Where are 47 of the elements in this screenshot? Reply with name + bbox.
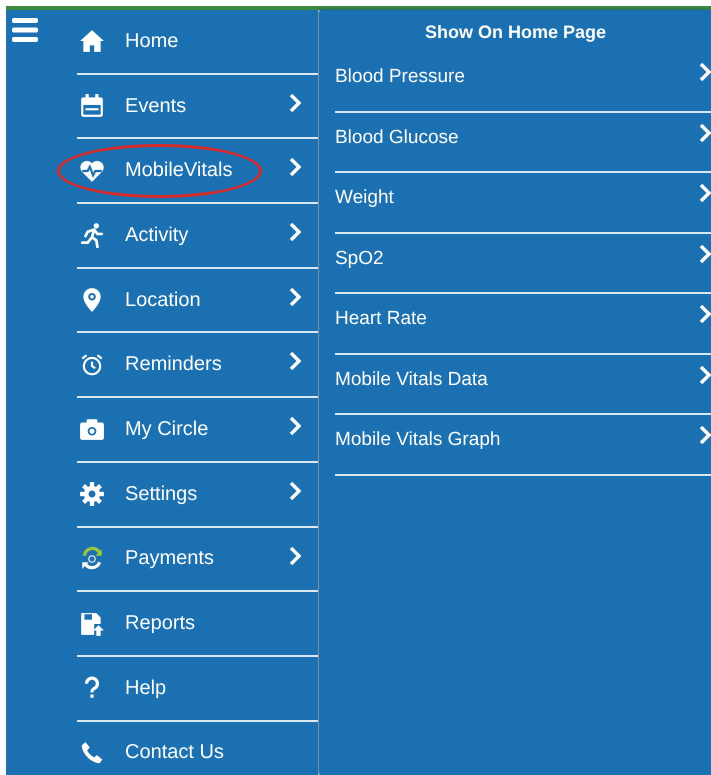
sidebar-item[interactable]: Help xyxy=(77,656,318,722)
menu-label: Settings xyxy=(125,482,198,506)
submenu-item[interactable]: Mobile Vitals Graph xyxy=(335,415,711,476)
submenu-label: Mobile Vitals Data xyxy=(335,368,488,391)
submenu-label: Blood Pressure xyxy=(335,66,465,88)
sidebar-item[interactable]: Contact Us xyxy=(77,722,318,775)
alarm-clock-icon xyxy=(79,352,105,378)
sidebar-item[interactable]: Home xyxy=(77,10,318,75)
submenu-item[interactable]: SpO2 xyxy=(335,234,711,294)
menu-label: Reminders xyxy=(125,353,222,376)
submenu-title: Show On Home Page xyxy=(424,21,608,44)
menu-label: MobileVitals xyxy=(125,159,232,182)
submenu-item[interactable]: Heart Rate xyxy=(335,294,711,354)
submenu-label: SpO2 xyxy=(335,248,384,270)
menu-label: Events xyxy=(125,94,186,118)
submenu-item[interactable]: Mobile Vitals Data xyxy=(335,354,711,415)
phone-icon xyxy=(79,740,105,766)
menu-label: Contact Us xyxy=(125,741,224,764)
sidebar-item[interactable]: Payments xyxy=(77,528,318,592)
menu-label: Location xyxy=(125,288,201,312)
menu-label: Home xyxy=(125,30,178,53)
sidebar-item[interactable]: Reminders xyxy=(77,333,318,398)
sidebar-item[interactable]: MobileVitals xyxy=(77,139,318,204)
menu-label: Payments xyxy=(125,547,214,570)
sidebar-item[interactable]: Settings xyxy=(77,462,318,528)
submenu-item[interactable]: Blood Glucose xyxy=(335,112,711,173)
runner-icon xyxy=(79,222,105,248)
submenu-item[interactable]: Blood Pressure xyxy=(335,52,711,112)
menu-label: Activity xyxy=(125,224,188,247)
menu-label: Reports xyxy=(125,612,196,636)
sidebar-item[interactable]: Events xyxy=(77,74,318,140)
sidebar-item[interactable]: My Circle xyxy=(77,398,318,463)
submenu-item[interactable]: Weight xyxy=(335,173,711,234)
report-upload-icon xyxy=(79,610,105,637)
menu-icon[interactable] xyxy=(12,18,38,42)
home-icon xyxy=(79,28,105,54)
calendar-icon xyxy=(79,93,105,120)
sidebar-item[interactable]: Activity xyxy=(77,204,318,269)
submenu-label: Mobile Vitals Graph xyxy=(335,429,500,452)
menu-label: My Circle xyxy=(125,418,208,441)
submenu-label: Weight xyxy=(335,187,394,210)
menu-label: Help xyxy=(125,676,166,700)
submenu-label: Heart Rate xyxy=(335,308,427,330)
sidebar-item[interactable]: Location xyxy=(77,268,318,334)
submenu-label: Blood Glucose xyxy=(335,126,459,149)
settings-icon xyxy=(79,481,105,508)
sidebar-item[interactable]: Reports xyxy=(77,592,318,657)
